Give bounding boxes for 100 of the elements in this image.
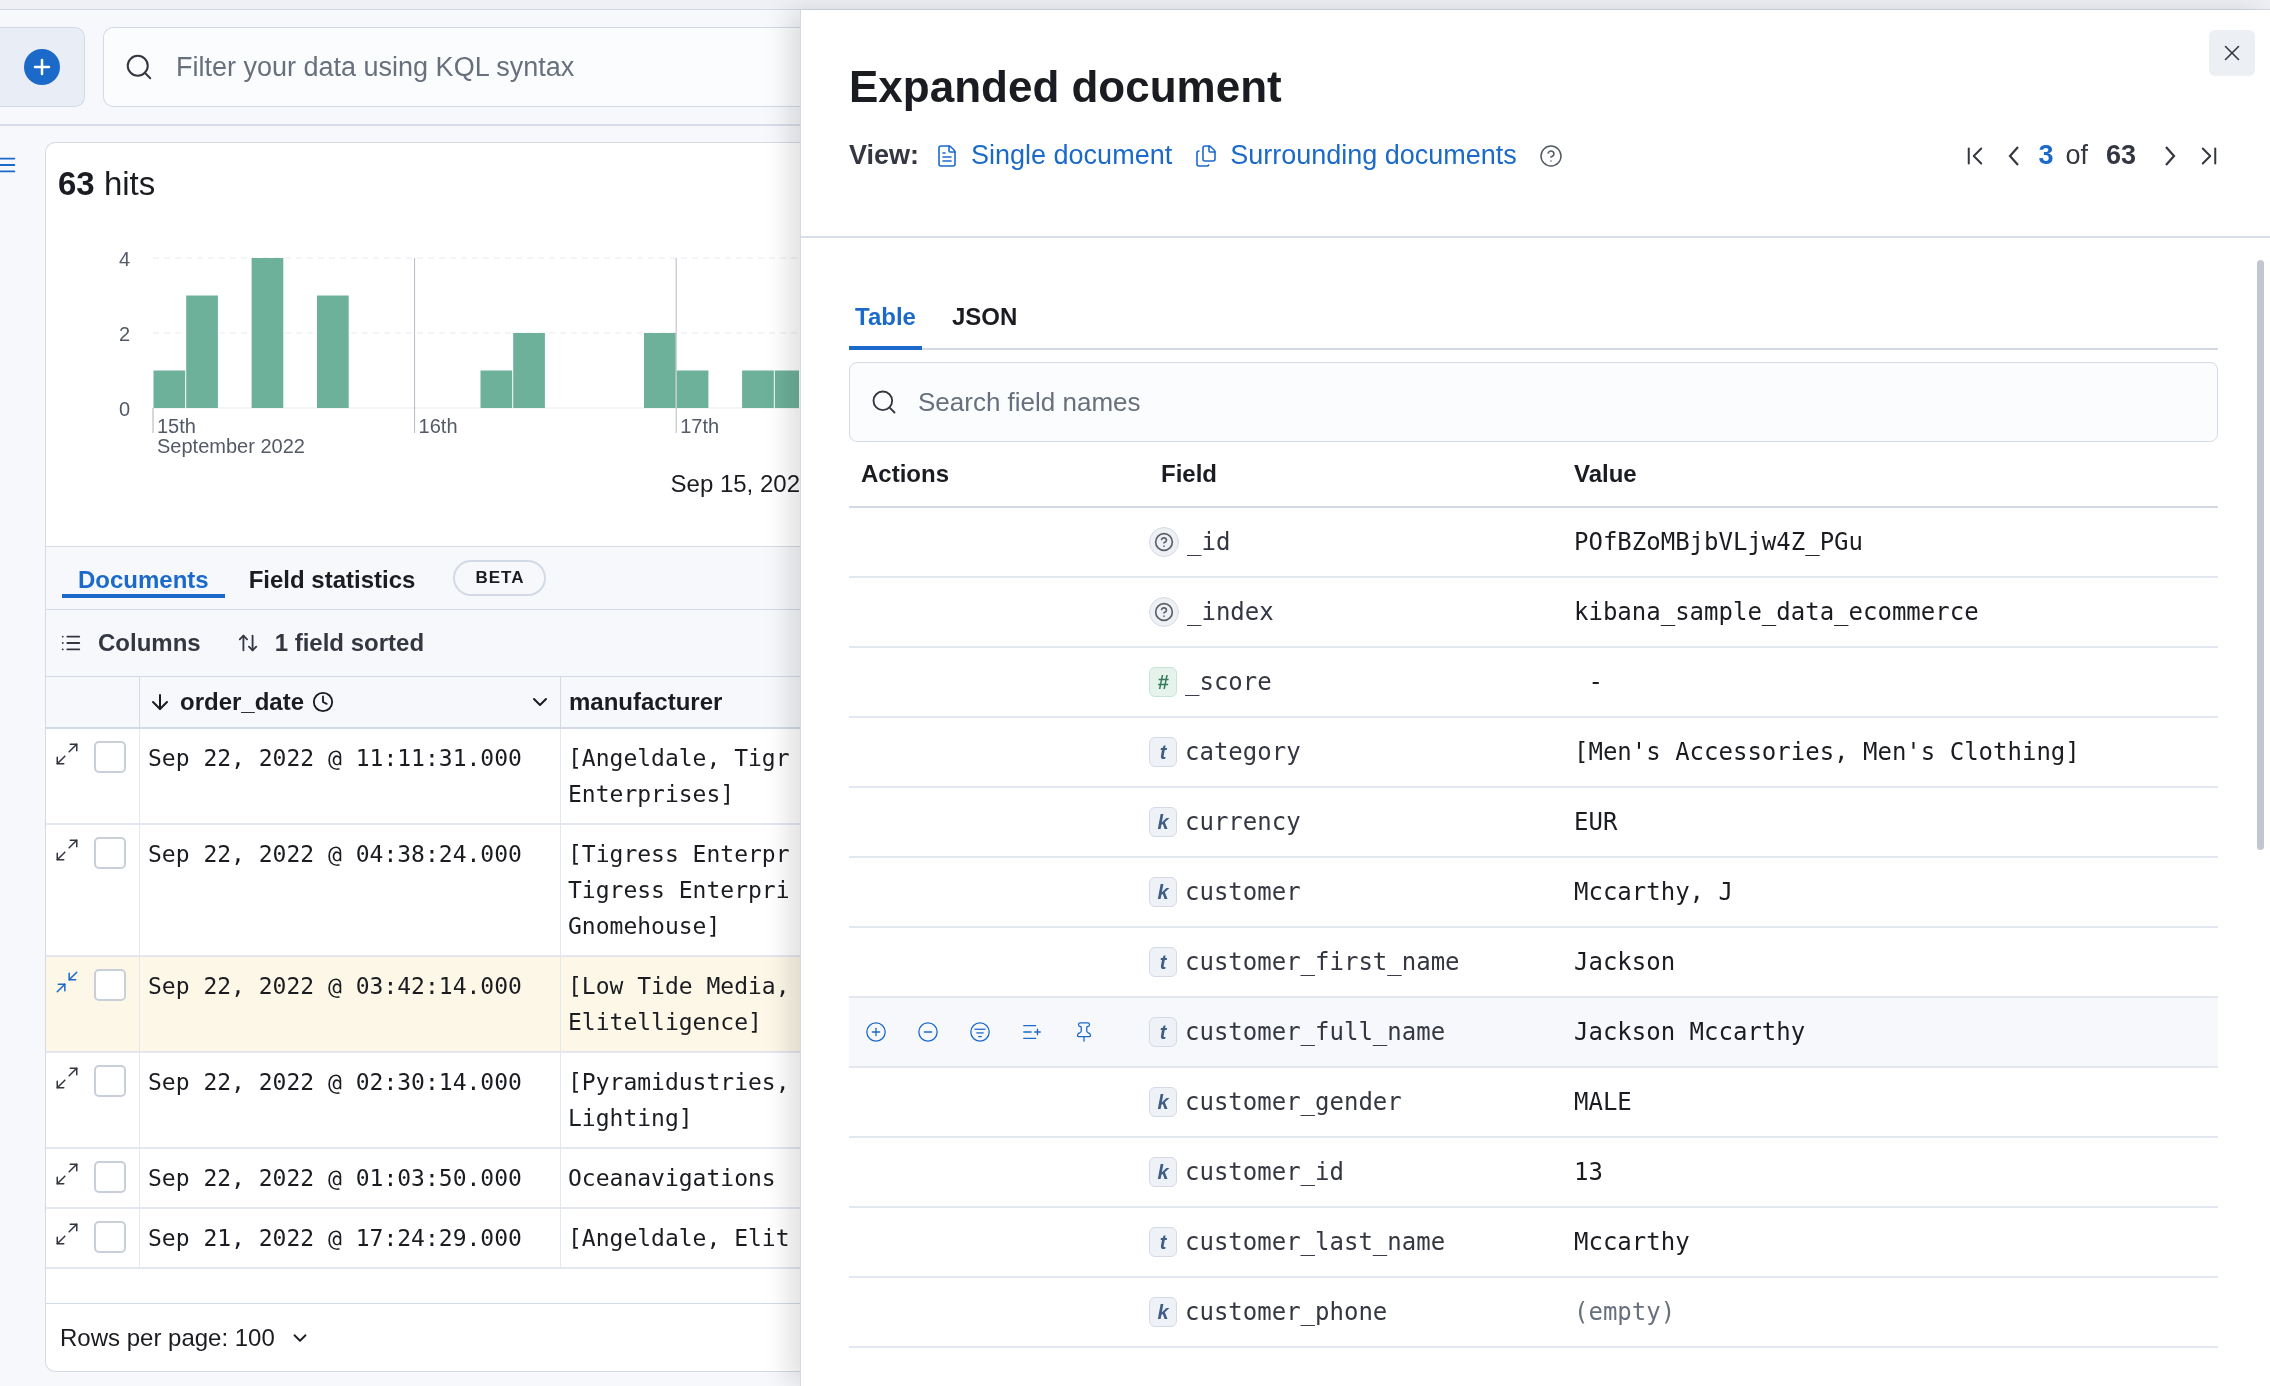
date-cell: Sep 22, 2022 @ 03:42:14.000	[140, 957, 561, 1051]
field-type-badge: t	[1149, 1017, 1177, 1047]
expand-button[interactable]	[54, 837, 80, 863]
row-checkbox[interactable]	[94, 969, 126, 1001]
field-value: (empty)	[1573, 1298, 1677, 1326]
field-name: customer_first_name	[1185, 948, 1460, 976]
row-checkbox[interactable]	[94, 741, 126, 773]
current-page: 3	[2038, 140, 2054, 171]
filter-exists-button[interactable]	[969, 1021, 991, 1043]
field-name: customer	[1185, 878, 1301, 906]
field-value: [Men's Accessories, Men's Clothing]	[1573, 738, 2081, 766]
field-type-badge: #	[1149, 667, 1177, 697]
expand-icon	[54, 1221, 80, 1247]
plus-circle-icon	[865, 1021, 887, 1043]
field-value: Mccarthy, J	[1573, 878, 1734, 906]
x-tick-label: 16th	[418, 415, 458, 437]
x-tick-label: 15th	[157, 415, 196, 437]
expand-button[interactable]	[54, 1161, 80, 1187]
total-pages: 63	[2105, 140, 2136, 171]
previous-button[interactable]	[2008, 144, 2021, 167]
manufacturer-cell-text: [Low Tide Media, Elitelligence]	[567, 972, 791, 1037]
x-tick-label: 17th	[680, 415, 720, 437]
view-tab[interactable]: Documents	[62, 558, 225, 598]
field-name: _index	[1187, 598, 1274, 626]
document-row[interactable]: Sep 21, 2022 @ 17:24:29.000 [Angeldale, Elit	[46, 1209, 800, 1269]
of-label: of	[2065, 140, 2088, 171]
view-link[interactable]: Surrounding documents	[1194, 140, 1517, 171]
field-name: category	[1185, 738, 1301, 766]
add-filter-button[interactable]	[24, 49, 60, 85]
collapse-icon	[54, 969, 80, 995]
minus-circle-icon	[917, 1021, 939, 1043]
expand-button[interactable]	[54, 1221, 80, 1247]
exclude-filter-button[interactable]	[917, 1021, 939, 1043]
field-type-badge: k	[1149, 1157, 1177, 1187]
expand-icon	[54, 741, 80, 767]
view-link[interactable]: Single document	[935, 140, 1173, 171]
field-search[interactable]: Search field names	[849, 362, 2218, 442]
document-row[interactable]: Sep 22, 2022 @ 03:42:14.000 [Low Tide Media, Elitelligence]	[46, 957, 800, 1053]
manufacturer-cell-text: Oceanavigations	[567, 1164, 777, 1193]
search-icon	[870, 388, 898, 416]
expand-button[interactable]	[54, 1065, 80, 1091]
chevron-right-icon	[2164, 144, 2176, 167]
row-checkbox[interactable]	[94, 1221, 126, 1253]
field-type-badge: k	[1149, 1297, 1177, 1327]
column-header[interactable]: order_date	[140, 677, 561, 727]
y-tick-label: 4	[118, 248, 130, 270]
field-value: 13	[1573, 1158, 1604, 1186]
flyout-title: Expanded document	[849, 62, 1283, 113]
document-row[interactable]: Sep 22, 2022 @ 01:03:50.000 Oceanavigations	[46, 1149, 800, 1209]
flyout-tab[interactable]: JSON	[945, 288, 1024, 350]
field-type-badge: t	[1149, 1227, 1177, 1257]
column-header[interactable]: manufacturer	[561, 677, 799, 727]
field-name: customer_full_name	[1185, 1018, 1446, 1046]
document-row[interactable]: Sep 22, 2022 @ 04:38:24.000 [Tigress Enterpr Tigress Enterpri Gnomehouse]	[46, 825, 800, 957]
view-label: View:	[849, 140, 920, 171]
field-value: Jackson	[1573, 948, 1677, 976]
x-axis-label: September 2022	[157, 435, 305, 457]
document-row[interactable]: Sep 22, 2022 @ 02:30:14.000 [Pyramidustries, Lighting]	[46, 1053, 800, 1149]
query-input[interactable]: Filter your data using KQL syntax	[174, 50, 800, 84]
field-name: currency	[1185, 808, 1301, 836]
rows-per-page-button[interactable]: Rows per page: 100	[60, 1323, 311, 1352]
field-type-badge: k	[1149, 807, 1177, 837]
close-button[interactable]	[2209, 30, 2255, 76]
field-type-badge: t	[1149, 737, 1177, 767]
document-row[interactable]: Sep 22, 2022 @ 11:11:31.000 [Angeldale, Tigr Enterprises]	[46, 729, 800, 825]
field-type-badge: t	[1149, 947, 1177, 977]
view-tab[interactable]: Field statistics	[232, 558, 432, 598]
field-value: Jackson Mccarthy	[1573, 1018, 1807, 1046]
field-value: POfBZoMBjbVLjw4Z_PGu	[1573, 528, 1864, 556]
field-name: customer_gender	[1185, 1088, 1402, 1116]
field-search-input[interactable]: Search field names	[916, 385, 2217, 419]
y-tick-label: 2	[118, 323, 130, 345]
documents-icon	[1194, 143, 1219, 168]
date-cell: Sep 22, 2022 @ 04:38:24.000	[140, 825, 561, 955]
row-checkbox[interactable]	[94, 1065, 126, 1097]
row-checkbox[interactable]	[94, 1161, 126, 1193]
field-name: customer_phone	[1185, 1298, 1388, 1326]
row-checkbox[interactable]	[94, 837, 126, 869]
chevron-left-icon	[2008, 144, 2021, 167]
date-cell: Sep 22, 2022 @ 01:03:50.000	[140, 1149, 561, 1207]
expand-icon	[54, 1065, 80, 1091]
flyout-tab[interactable]: Table	[849, 288, 922, 350]
sort-button[interactable]: 1 field sorted	[236, 629, 425, 657]
y-tick-label: 0	[118, 398, 130, 420]
date-cell: Sep 21, 2022 @ 17:24:29.000	[140, 1209, 561, 1267]
column-header: Value	[1573, 460, 1638, 488]
field-value: MALE	[1573, 1088, 1633, 1116]
add-filter-button[interactable]	[865, 1021, 887, 1043]
column-header: Field	[1160, 460, 1218, 488]
date-range-label: Sep 15, 202	[670, 469, 800, 499]
columns-button[interactable]: Columns	[60, 629, 201, 657]
query-search-field[interactable]: Filter your data using KQL syntax	[103, 27, 800, 107]
field-name: customer_last_name	[1185, 1228, 1446, 1256]
beta-badge: BETA	[453, 560, 547, 596]
collapse-button[interactable]	[54, 969, 80, 995]
expand-button[interactable]	[54, 741, 80, 767]
scrollbar-thumb[interactable]	[2257, 260, 2264, 850]
next-button[interactable]	[2164, 144, 2176, 167]
field-value: Mccarthy	[1573, 1228, 1691, 1256]
sort-icon	[236, 632, 259, 654]
